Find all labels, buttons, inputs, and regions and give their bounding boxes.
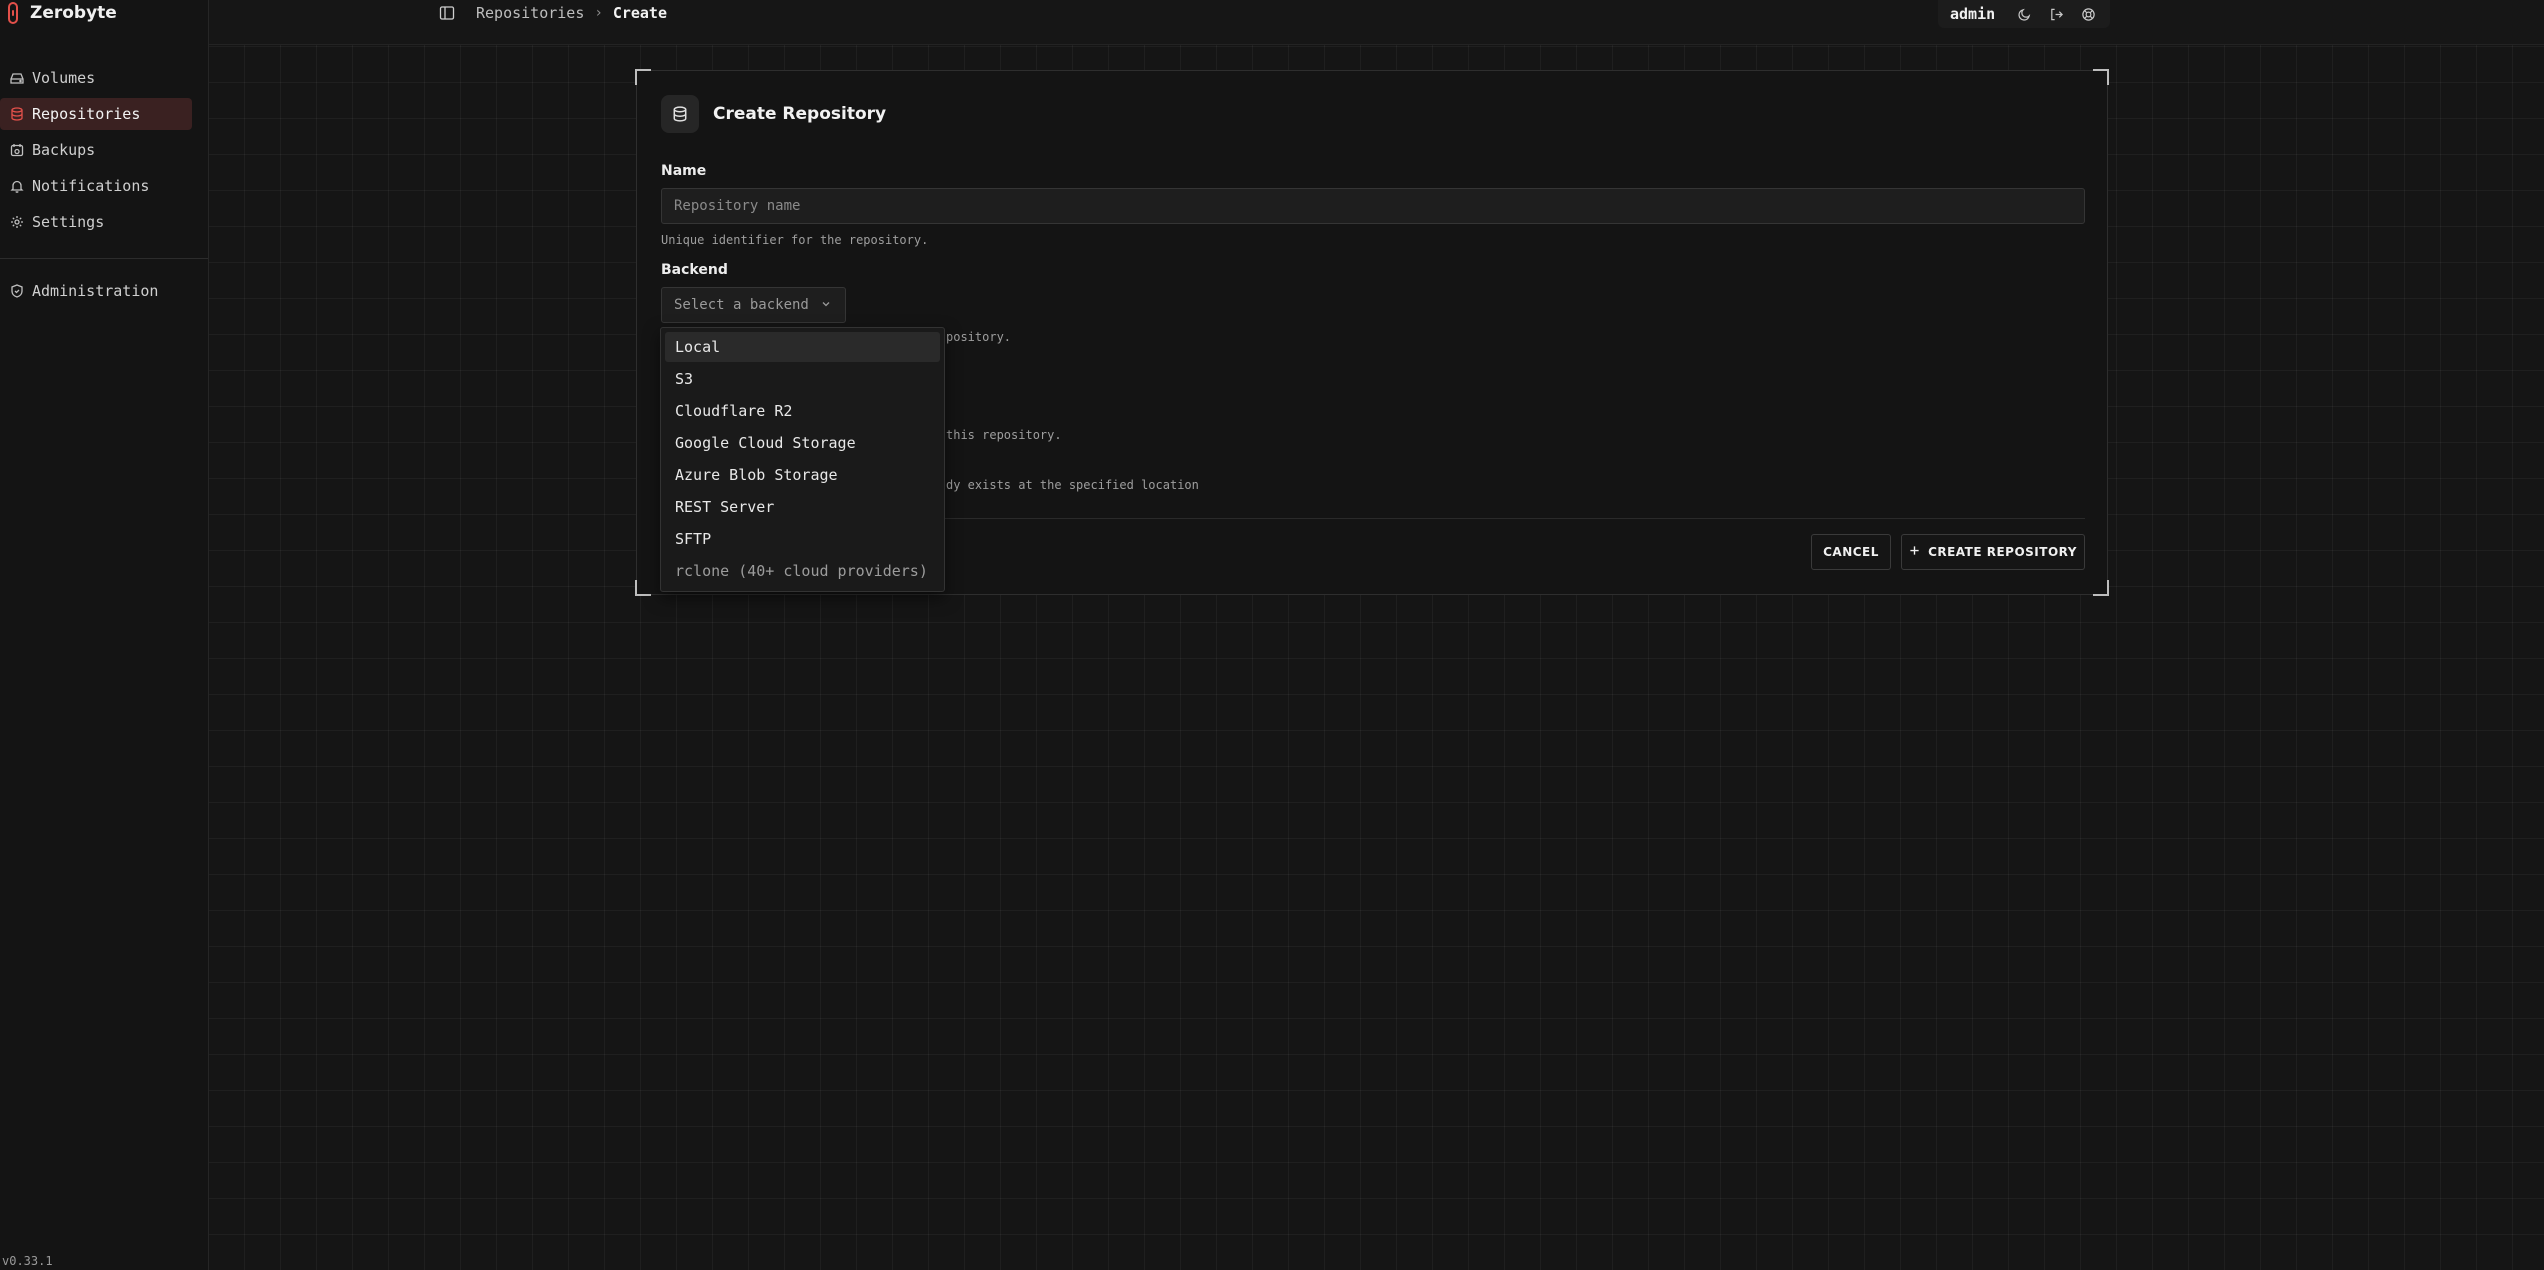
corner-marker <box>2093 580 2109 596</box>
repository-name-input[interactable] <box>661 188 2085 224</box>
backend-option-gcs[interactable]: Google Cloud Storage <box>665 428 940 458</box>
backend-label: Backend <box>661 262 728 278</box>
app-name: Zerobyte <box>30 3 117 23</box>
sidebar: Zerobyte Volumes Repositories Backups No… <box>0 0 209 1270</box>
breadcrumb-repositories[interactable]: Repositories <box>476 4 584 22</box>
zerobyte-logo-icon <box>8 2 18 24</box>
username: admin <box>1950 5 1996 23</box>
import-hint-partial: dy exists at the specified location <box>946 478 1199 492</box>
support-icon[interactable] <box>2079 5 2097 23</box>
chevron-down-icon <box>821 297 831 313</box>
calendar-icon <box>10 143 24 157</box>
moon-icon[interactable] <box>2015 5 2033 23</box>
create-button-label: CREATE REPOSITORY <box>1928 545 2077 559</box>
cancel-button[interactable]: CANCEL <box>1811 534 1891 570</box>
logout-icon[interactable] <box>2047 5 2065 23</box>
shield-icon <box>10 284 24 298</box>
sidebar-item-label: Backups <box>32 141 96 159</box>
sidebar-item-volumes[interactable]: Volumes <box>0 62 192 94</box>
corner-marker <box>635 580 651 596</box>
app-version: v0.33.1 <box>2 1254 53 1268</box>
sidebar-nav: Volumes Repositories Backups Notificatio… <box>0 62 208 311</box>
backend-select[interactable]: Select a backend <box>661 287 846 323</box>
database-icon <box>661 95 699 133</box>
sidebar-item-label: Administration <box>32 282 159 300</box>
sidebar-toggle-icon[interactable] <box>438 4 456 22</box>
database-icon <box>10 107 24 121</box>
backend-option-sftp[interactable]: SFTP <box>665 524 940 554</box>
backend-option-azure[interactable]: Azure Blob Storage <box>665 460 940 490</box>
page-title: Create Repository <box>713 104 887 124</box>
sidebar-item-backups[interactable]: Backups <box>0 134 192 166</box>
backend-dropdown: Local S3 Cloudflare R2 Google Cloud Stor… <box>660 327 945 592</box>
sidebar-item-label: Notifications <box>32 177 150 195</box>
backend-hint-partial: pository. <box>946 330 1012 344</box>
backend-option-rest[interactable]: REST Server <box>665 492 940 522</box>
gear-icon <box>10 215 24 229</box>
cancel-button-label: CANCEL <box>1823 545 1879 559</box>
corner-marker <box>2093 69 2109 85</box>
bell-icon <box>10 179 24 193</box>
sidebar-item-repositories[interactable]: Repositories <box>0 98 192 130</box>
create-repository-button[interactable]: CREATE REPOSITORY <box>1901 534 2085 570</box>
sidebar-divider <box>0 258 208 259</box>
backend-option-rclone[interactable]: rclone (40+ cloud providers) <box>665 556 940 586</box>
chevron-right-icon: › <box>594 5 603 21</box>
hard-drive-icon <box>10 71 24 85</box>
name-label: Name <box>661 163 707 179</box>
breadcrumb: Repositories › Create <box>476 0 667 26</box>
card-header: Create Repository <box>661 95 886 133</box>
brand[interactable]: Zerobyte <box>8 0 117 26</box>
backend-option-s3[interactable]: S3 <box>665 364 940 394</box>
breadcrumb-current: Create <box>612 4 667 22</box>
user-menu: admin <box>1938 0 2110 28</box>
sidebar-item-label: Volumes <box>32 69 96 87</box>
backend-option-local[interactable]: Local <box>665 332 940 362</box>
sidebar-item-notifications[interactable]: Notifications <box>0 170 192 202</box>
corner-marker <box>635 69 651 85</box>
sidebar-item-label: Settings <box>32 213 105 231</box>
sidebar-item-administration[interactable]: Administration <box>0 275 192 307</box>
backend-option-r2[interactable]: Cloudflare R2 <box>665 396 940 426</box>
backend-select-value: Select a backend <box>674 297 809 313</box>
path-hint-partial: this repository. <box>946 428 1062 442</box>
sidebar-item-settings[interactable]: Settings <box>0 206 192 238</box>
name-hint: Unique identifier for the repository. <box>661 233 929 247</box>
plus-icon <box>1909 545 1920 559</box>
sidebar-item-label: Repositories <box>32 105 141 123</box>
